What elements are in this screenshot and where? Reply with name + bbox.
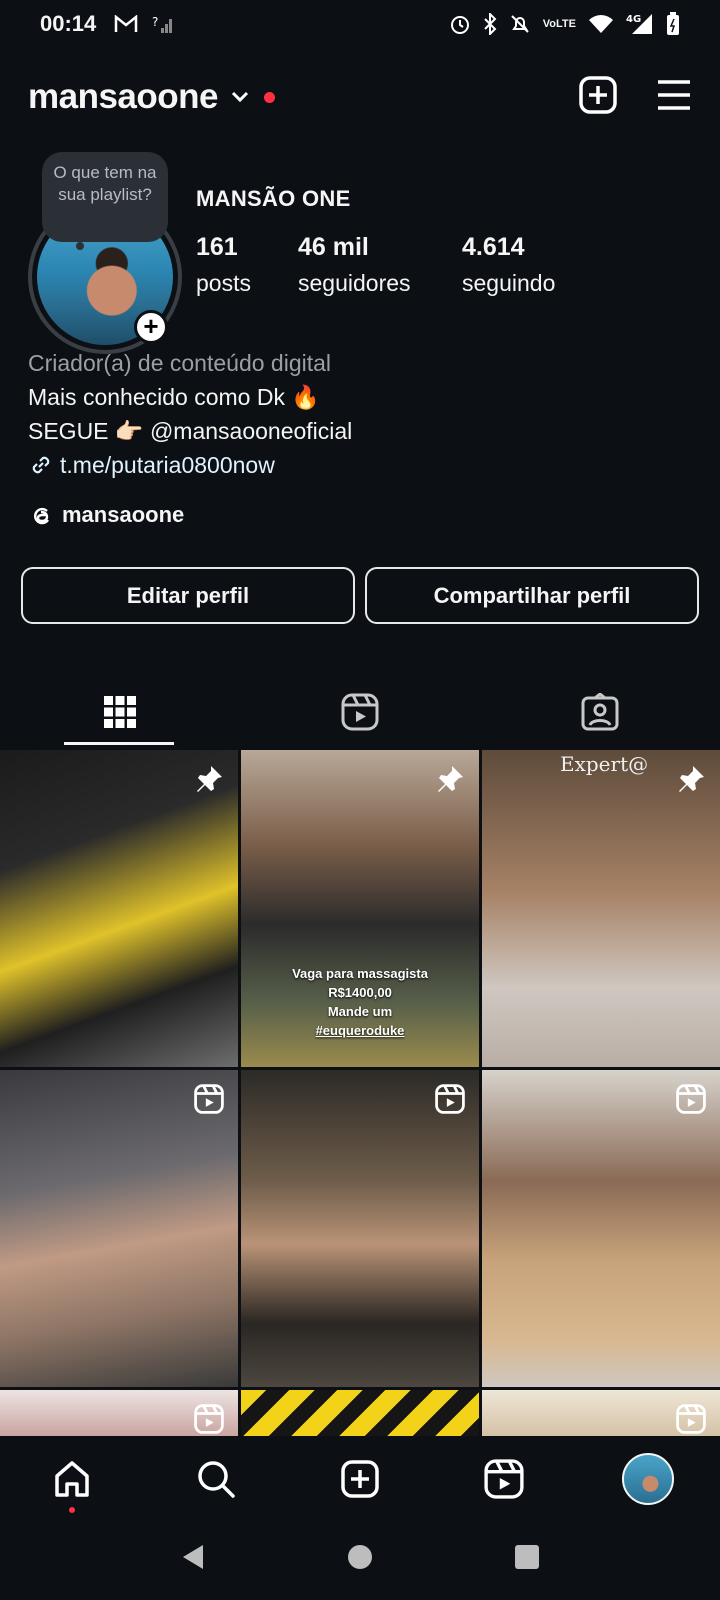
stat-value: 4.614	[462, 233, 525, 261]
post-thumbnail[interactable]: Expert@	[482, 750, 720, 1067]
reels-icon	[194, 1084, 224, 1119]
nav-reels[interactable]	[432, 1459, 576, 1499]
pin-icon	[676, 764, 706, 799]
profile-stats: 161 posts 46 mil seguidores 4.614 seguin…	[196, 233, 555, 297]
system-navigation	[0, 1519, 720, 1600]
share-profile-button[interactable]: Compartilhar perfil	[365, 567, 699, 624]
threads-handle: mansaoone	[62, 502, 185, 527]
chevron-down-icon[interactable]	[230, 90, 250, 104]
gmail-icon	[114, 15, 138, 33]
bio-link[interactable]: t.me/putaria0800now	[28, 448, 352, 482]
link-icon	[32, 456, 50, 474]
caption-hashtag: #euqueroduke	[315, 1023, 405, 1038]
stat-label: seguindo	[462, 270, 556, 296]
bottom-navigation	[0, 1439, 720, 1519]
reel-thumbnail[interactable]	[0, 1390, 238, 1436]
bio-line: SEGUE 👉🏻 @mansaooneoficial	[28, 418, 353, 444]
mute-icon	[509, 13, 531, 35]
profile-avatar-icon	[622, 1453, 674, 1505]
wifi-icon	[588, 14, 614, 34]
nav-profile[interactable]	[576, 1453, 720, 1505]
active-tab-indicator	[64, 742, 174, 745]
svg-text:4G: 4G	[626, 14, 641, 25]
nav-create[interactable]	[288, 1459, 432, 1499]
bio-link-text[interactable]: t.me/putaria0800now	[60, 448, 275, 482]
reel-thumbnail[interactable]	[241, 1070, 479, 1387]
reel-thumbnail[interactable]	[482, 1390, 720, 1436]
reels-icon	[341, 693, 379, 731]
post-thumbnail[interactable]	[0, 750, 238, 1067]
create-icon	[341, 1460, 379, 1498]
bluetooth-icon	[483, 13, 497, 35]
profile-header: mansaoone	[28, 70, 692, 124]
note-bubble[interactable]: O que tem na sua playlist?	[42, 152, 168, 250]
home-icon	[55, 1461, 89, 1497]
caption-line: Mande um	[327, 1004, 393, 1019]
nav-home[interactable]	[0, 1459, 144, 1513]
menu-icon[interactable]	[656, 79, 692, 116]
svg-text:?: ?	[152, 15, 158, 29]
alarm-icon	[449, 13, 471, 35]
tab-tagged[interactable]	[480, 675, 720, 749]
home-button-icon[interactable]	[346, 1543, 374, 1576]
reels-icon	[676, 1084, 706, 1119]
reels-icon	[484, 1459, 524, 1499]
post-caption-overlay: Vaga para massagista R$1400,00 Mande um …	[241, 964, 479, 1040]
nav-search[interactable]	[144, 1459, 288, 1499]
threads-badge[interactable]: mansaoone	[28, 502, 184, 528]
volte-indicator: Vo LTE	[542, 17, 576, 30]
pin-icon	[194, 764, 224, 799]
reels-icon	[194, 1404, 224, 1436]
search-icon	[198, 1461, 235, 1498]
stat-label: seguidores	[298, 270, 411, 296]
caption-line: Vaga para massagista	[292, 966, 428, 981]
bio-line: Mais conhecido como Dk 🔥	[28, 384, 320, 410]
threads-icon	[34, 507, 49, 525]
add-story-icon[interactable]: +	[134, 310, 168, 344]
edit-profile-button[interactable]: Editar perfil	[21, 567, 355, 624]
stat-value: 46 mil	[298, 233, 369, 261]
profile-tabs	[0, 675, 720, 749]
no-signal-icon: ?	[152, 14, 176, 34]
reels-icon	[676, 1404, 706, 1436]
posts-grid: Vaga para massagista R$1400,00 Mande um …	[0, 750, 720, 1436]
reel-thumbnail[interactable]	[0, 1070, 238, 1387]
create-icon[interactable]	[578, 75, 618, 120]
display-name: MANSÃO ONE	[196, 186, 351, 211]
cellular-icon: 4G	[626, 13, 654, 35]
username[interactable]: mansaoone	[28, 77, 219, 117]
tab-reels[interactable]	[240, 675, 480, 749]
status-bar: 00:14 ? Vo LTE 4G	[0, 0, 720, 48]
reels-icon	[435, 1084, 465, 1119]
stat-label: posts	[196, 270, 251, 296]
notification-dot	[69, 1507, 75, 1513]
battery-icon	[666, 12, 680, 36]
bio: Criador(a) de conteúdo digital Mais conh…	[28, 346, 352, 482]
bio-category: Criador(a) de conteúdo digital	[28, 350, 332, 376]
reel-thumbnail[interactable]	[482, 1070, 720, 1387]
notification-dot	[264, 91, 275, 103]
post-watermark: Expert@	[560, 752, 649, 776]
back-icon[interactable]	[179, 1543, 207, 1576]
stat-followers[interactable]: 46 mil seguidores	[298, 233, 462, 297]
stat-posts[interactable]: 161 posts	[196, 233, 298, 297]
post-thumbnail[interactable]: Vaga para massagista R$1400,00 Mande um …	[241, 750, 479, 1067]
tagged-icon	[581, 693, 619, 731]
grid-icon	[104, 696, 136, 728]
pin-icon	[435, 764, 465, 799]
status-time: 00:14	[40, 11, 97, 36]
post-thumbnail[interactable]	[241, 1390, 479, 1436]
tab-grid[interactable]	[0, 675, 240, 749]
stat-value: 161	[196, 233, 238, 261]
recents-icon[interactable]	[513, 1543, 541, 1576]
stat-following[interactable]: 4.614 seguindo	[462, 233, 555, 297]
caption-line: R$1400,00	[328, 985, 392, 1000]
